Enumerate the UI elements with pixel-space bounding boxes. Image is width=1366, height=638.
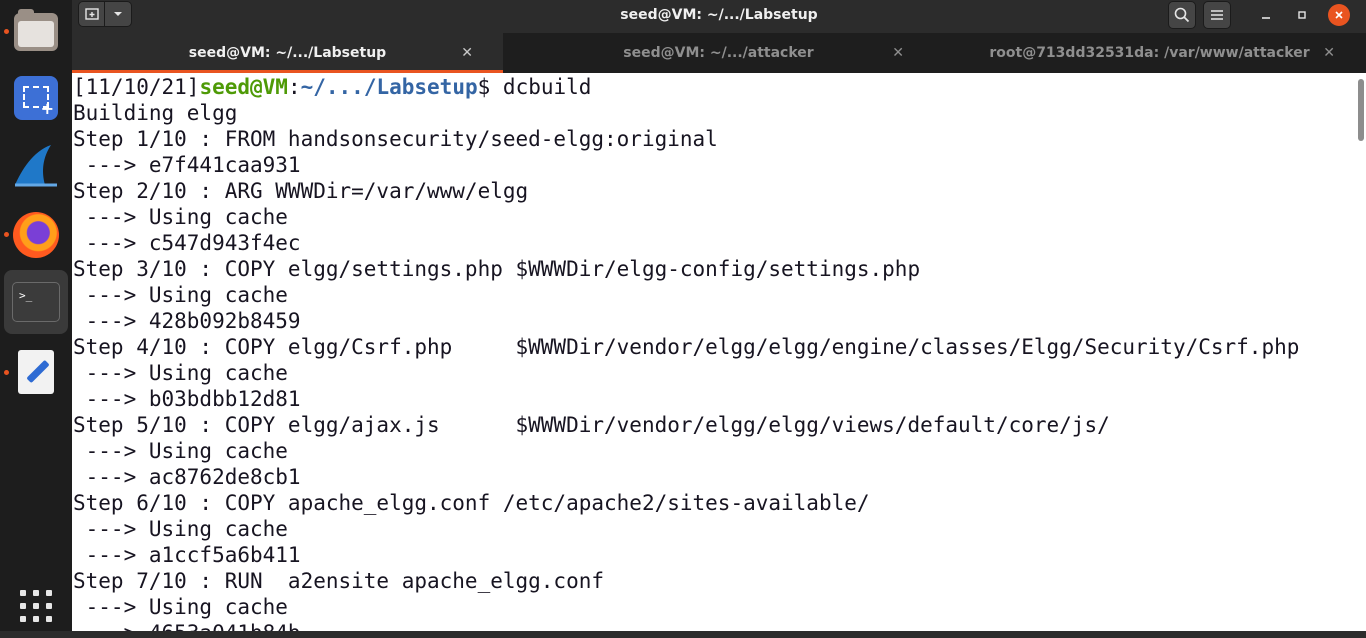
screenshot-icon: + xyxy=(14,76,58,120)
close-icon xyxy=(1335,11,1343,19)
terminal-line: ---> Using cache xyxy=(73,595,288,619)
terminal-line: Building elgg xyxy=(73,101,238,125)
prompt-user-host: seed@VM xyxy=(199,75,288,99)
app-grid-icon xyxy=(20,590,52,622)
maximize-icon xyxy=(1298,11,1306,19)
terminal-line: ---> a1ccf5a6b411 xyxy=(73,543,301,567)
maximize-button[interactable] xyxy=(1288,1,1316,29)
terminal-line: ---> e7f441caa931 xyxy=(73,153,301,177)
terminal-line: Step 3/10 : COPY elgg/settings.php $WWWD… xyxy=(73,257,921,281)
terminal-line: Step 4/10 : COPY elgg/Csrf.php $WWWDir/v… xyxy=(73,335,1300,359)
terminal-line: ---> c547d943f4ec xyxy=(73,231,301,255)
new-tab-button[interactable] xyxy=(78,1,105,27)
terminal-line: Step 1/10 : FROM handsonsecurity/seed-el… xyxy=(73,127,718,151)
tab-label: seed@VM: ~/.../Labsetup xyxy=(188,45,387,61)
dock-item-wireshark[interactable] xyxy=(4,134,68,198)
close-icon[interactable]: ✕ xyxy=(892,45,904,61)
hamburger-menu-button[interactable] xyxy=(1203,1,1231,29)
close-icon[interactable]: ✕ xyxy=(1323,45,1335,61)
terminal-line: Step 6/10 : COPY apache_elgg.conf /etc/a… xyxy=(73,491,870,515)
tab-labsetup[interactable]: seed@VM: ~/.../Labsetup ✕ xyxy=(72,33,503,73)
close-window-button[interactable] xyxy=(1328,4,1350,26)
prompt-colon: : xyxy=(287,75,301,99)
terminal-lines: [11/10/21]seed@VM:~/.../Labsetup$ dcbuil… xyxy=(73,74,1299,631)
title-bar: seed@VM: ~/.../Labsetup xyxy=(72,0,1366,33)
folder-icon xyxy=(14,9,58,51)
tab-root-attacker[interactable]: root@713dd32531da: /var/www/attacker ✕ xyxy=(934,33,1365,73)
terminal-icon: >_ xyxy=(12,282,60,322)
terminal-line: ---> Using cache xyxy=(73,517,288,541)
chevron-down-icon xyxy=(114,12,122,16)
dock-item-text-editor[interactable] xyxy=(4,340,68,404)
terminal-line: ---> 428b092b8459 xyxy=(73,309,301,333)
new-tab-icon xyxy=(84,8,99,20)
search-button[interactable] xyxy=(1168,1,1196,29)
dock: + >_ xyxy=(0,0,72,631)
tab-attacker[interactable]: seed@VM: ~/.../attacker ✕ xyxy=(503,33,934,73)
terminal-output[interactable]: [11/10/21]seed@VM:~/.../Labsetup$ dcbuil… xyxy=(72,73,1366,631)
scrollbar-thumb[interactable] xyxy=(1358,79,1364,141)
terminal-line: ---> ac8762de8cb1 xyxy=(73,465,301,489)
prompt-line: [11/10/21]seed@VM:~/.../Labsetup$ dcbuil… xyxy=(73,74,1299,100)
terminal-line: ---> Using cache xyxy=(73,361,288,385)
tab-label: root@713dd32531da: /var/www/attacker xyxy=(989,45,1310,61)
show-applications-button[interactable] xyxy=(4,574,68,638)
prompt-date: [11/10/21] xyxy=(73,75,200,99)
terminal-line: ---> b03bdbb12d81 xyxy=(73,387,301,411)
dock-item-screenshot[interactable]: + xyxy=(4,66,68,130)
title-bar-left-controls xyxy=(78,1,132,29)
prompt-command: dcbuild xyxy=(502,75,592,99)
terminal-line: Step 7/10 : RUN a2ensite apache_elgg.con… xyxy=(73,569,605,593)
dock-item-terminal[interactable]: >_ xyxy=(4,270,68,334)
prompt-symbol: $ xyxy=(477,75,503,99)
shark-fin-icon xyxy=(15,145,57,187)
dock-item-firefox[interactable] xyxy=(4,203,68,267)
tab-bar: seed@VM: ~/.../Labsetup ✕ seed@VM: ~/...… xyxy=(72,33,1366,73)
hamburger-icon xyxy=(1211,10,1223,20)
terminal-line: Step 5/10 : COPY elgg/ajax.js $WWWDir/ve… xyxy=(73,413,1110,437)
firefox-icon xyxy=(13,212,59,258)
dock-item-files[interactable] xyxy=(4,0,68,64)
pencil-icon xyxy=(18,350,54,394)
minimize-icon xyxy=(1262,17,1270,19)
terminal-line: ---> Using cache xyxy=(73,283,288,307)
terminal-line: Step 2/10 : ARG WWWDir=/var/www/elgg xyxy=(73,179,529,203)
prompt-path: ~/.../Labsetup xyxy=(300,75,478,99)
minimize-button[interactable] xyxy=(1252,1,1280,29)
terminal-line: ---> Using cache xyxy=(73,439,288,463)
close-icon[interactable]: ✕ xyxy=(461,45,473,61)
tab-label: seed@VM: ~/.../attacker xyxy=(623,45,814,61)
search-icon xyxy=(1174,7,1190,23)
terminal-line: ---> 4653a041b84b xyxy=(73,620,1299,631)
terminal-line: ---> Using cache xyxy=(73,205,288,229)
terminal-menu-button[interactable] xyxy=(105,1,132,27)
